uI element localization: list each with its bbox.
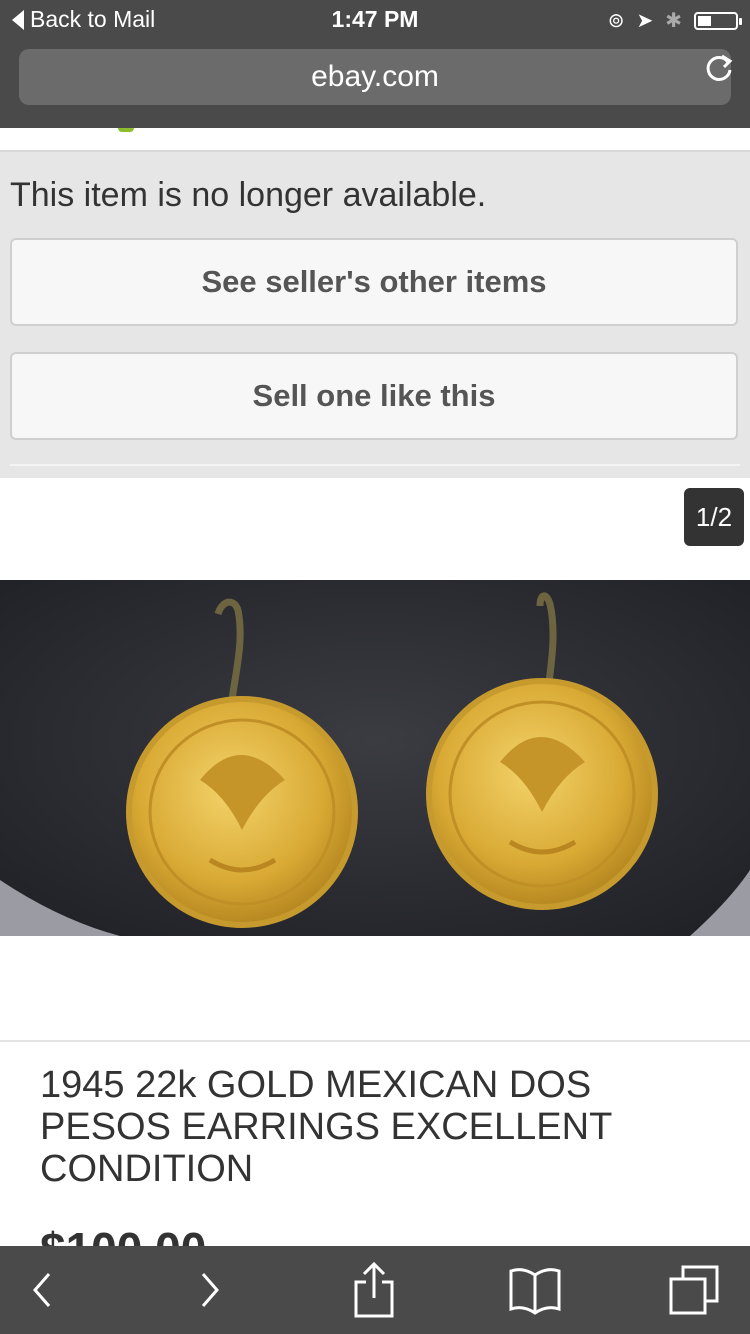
tabs-icon[interactable] xyxy=(664,1260,724,1320)
unavailable-panel: This item is no longer available. See se… xyxy=(0,152,750,478)
share-icon-graphic xyxy=(354,1262,394,1318)
url-field[interactable]: ebay.com xyxy=(19,49,731,105)
image-counter: 1/2 xyxy=(684,488,744,546)
bluetooth-icon: ✱ xyxy=(665,10,682,32)
status-icons: ⊚ ➤ ✱ xyxy=(607,8,742,33)
url-text: ebay.com xyxy=(311,60,439,93)
browser-toolbar xyxy=(0,1246,750,1334)
bookmarks-icon-graphic xyxy=(509,1268,561,1315)
ebay-logo-fragment xyxy=(118,128,134,132)
share-icon[interactable] xyxy=(344,1260,404,1320)
item-title: 1945 22k GOLD MEXICAN DOS PESOS EARRINGS… xyxy=(40,1064,612,1190)
chevron-left-icon[interactable] xyxy=(12,1260,72,1320)
chevron-right-icon-graphic xyxy=(201,1273,219,1307)
battery-icon xyxy=(694,11,742,30)
panel-divider xyxy=(10,464,740,466)
site-header-strip xyxy=(0,128,750,152)
status-bar: Back to Mail 1:47 PM ⊚ ➤ ✱ xyxy=(0,0,750,40)
item-photo[interactable] xyxy=(0,580,750,936)
rotation-lock-icon: ⊚ xyxy=(607,10,625,32)
sell-one-like-this-button[interactable]: Sell one like this xyxy=(10,352,738,440)
reload-icon-graphic xyxy=(706,54,733,81)
chevron-left-icon-graphic xyxy=(33,1273,51,1307)
reload-icon[interactable] xyxy=(704,50,734,91)
gold-coin-earrings-image xyxy=(0,580,750,936)
item-price: $100.00 xyxy=(40,1226,206,1246)
address-bar: ebay.com xyxy=(0,40,750,128)
chevron-right-icon[interactable] xyxy=(180,1260,240,1320)
unavailable-message: This item is no longer available. xyxy=(10,176,487,214)
gallery-divider xyxy=(0,1040,750,1042)
see-other-items-button[interactable]: See seller's other items xyxy=(10,238,738,326)
tabs-icon-graphic xyxy=(669,1265,719,1315)
image-gallery[interactable]: 1/2 xyxy=(0,478,750,1040)
bookmarks-icon[interactable] xyxy=(505,1260,565,1320)
location-icon: ➤ xyxy=(636,10,654,32)
